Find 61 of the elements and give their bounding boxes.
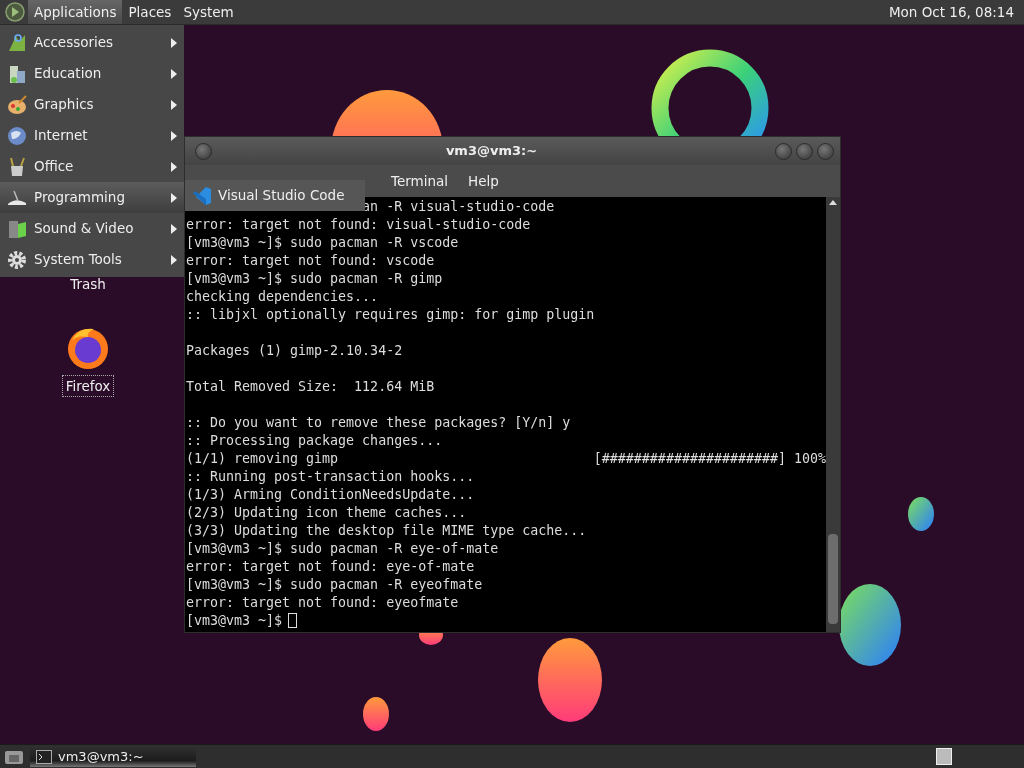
terminal-line: :: Processing package changes... (186, 432, 443, 450)
terminal-line: [vm3@vm3 ~]$ sudo pacman -R vscode (186, 234, 459, 252)
terminal-line: error: target not found: eyeofmate (186, 594, 459, 612)
close-button[interactable] (817, 142, 834, 160)
scrollbar[interactable] (826, 197, 840, 632)
terminal-line: :: Running post-transaction hooks... (186, 468, 475, 486)
submenu-arrow-icon (170, 68, 178, 79)
terminal-line: (2/3) Updating icon theme caches... (186, 504, 467, 522)
menu-item[interactable]: Office (0, 151, 184, 182)
menu-item[interactable]: Terminal (381, 168, 459, 194)
percent-text: 100% (793, 450, 826, 468)
panel-menu[interactable]: Applications (28, 0, 123, 24)
terminal-icon (36, 749, 52, 764)
menu-item[interactable]: System Tools (0, 244, 184, 275)
desktop-icon-label[interactable]: Trash (66, 273, 110, 296)
menu-item[interactable]: Graphics (0, 89, 184, 120)
terminal-line: (1/3) Arming ConditionNeedsUpdate... (186, 486, 475, 504)
terminal-line: [vm3@vm3 ~]$ sudo pacman -R eye-of-mate (186, 540, 499, 558)
terminal-line: error: target not found: vscode (186, 252, 435, 270)
terminal-line: [vm3@vm3 ~]$ sudo pacman -R gimp (186, 270, 443, 288)
window-menu-button[interactable] (195, 142, 212, 160)
terminal-line: (1/1) removing gimp (186, 450, 339, 468)
menu-item[interactable]: Accessories (0, 27, 184, 58)
terminal-line: :: libjxl optionally requires gimp: for gimp plugin (186, 306, 595, 324)
terminal-prompt: [vm3@vm3 ~]$ (186, 612, 283, 630)
submenu-arrow-icon (170, 99, 178, 110)
cursor-icon (288, 613, 298, 628)
palette-icon (6, 93, 28, 116)
mate-logo-icon (4, 1, 26, 23)
menu-item[interactable]: Help (458, 168, 509, 194)
terminal-line: (3/3) Updating the desktop file MIME type cache... (186, 522, 587, 540)
terminal-line: error: target not found: eye-of-mate (186, 558, 475, 576)
terminal-line: Packages (1) gimp-2.10.34-2 (186, 342, 403, 360)
submenu-arrow-icon (170, 223, 178, 234)
submenu-arrow-icon (170, 130, 178, 141)
submenu-arrow-icon (170, 161, 178, 172)
workspace-switcher[interactable] (936, 748, 952, 765)
submenu-arrow-icon (170, 192, 178, 203)
gear-icon (6, 248, 28, 271)
globe-icon (6, 124, 28, 147)
progress-bar-text: [######################] (593, 450, 786, 468)
menu-item[interactable]: Education (0, 58, 184, 89)
menu-item[interactable]: Sound & Video (0, 213, 184, 244)
clock[interactable]: Mon Oct 16, 08:14 (882, 0, 1020, 24)
menu-item[interactable]: Visual Studio Code (185, 180, 365, 211)
terminal-line: [vm3@vm3 ~]$ sudo pacman -R eyeofmate (186, 576, 483, 594)
terminal-line: Total Removed Size: 112.64 MiB (186, 378, 435, 396)
menu-item[interactable]: Internet (0, 120, 184, 151)
window-title: vm3@vm3:~ (444, 142, 539, 161)
terminal-line: :: Do you want to remove these packages? [Y/n] y (186, 414, 571, 432)
panel-menu[interactable]: Places (122, 0, 178, 24)
desktop-icon-label[interactable]: Firefox (61, 375, 115, 398)
scrollbar-thumb[interactable] (828, 534, 838, 624)
minimize-button[interactable] (775, 142, 792, 160)
menu-item[interactable]: Programming (0, 182, 184, 213)
terminal-line: error: target not found: visual-studio-code (186, 216, 531, 234)
panel-menu[interactable]: System (177, 0, 240, 24)
submenu-arrow-icon (170, 254, 178, 265)
terminal-line: checking dependencies... (186, 288, 379, 306)
maximize-button[interactable] (796, 142, 813, 160)
submenu-arrow-icon (170, 37, 178, 48)
